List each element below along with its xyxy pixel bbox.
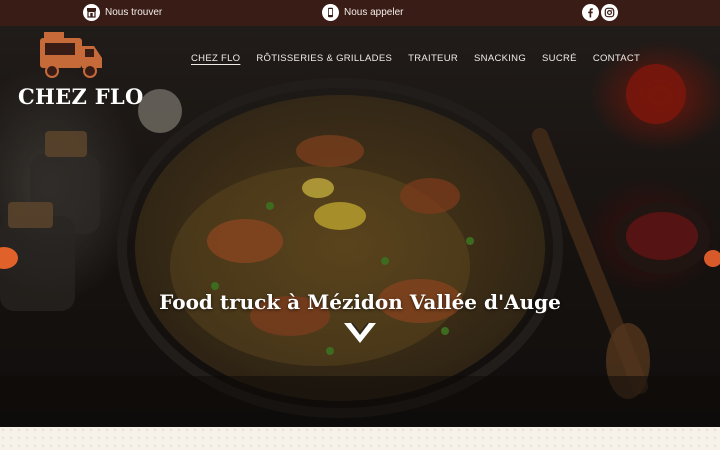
top-bar: Nous trouver Nous appeler [0,0,720,26]
hero-headline: Food truck à Mézidon Vallée d'Auge [159,290,561,314]
hero-banner: CHEZ FLO CHEZ FLO RÔTISSERIES & GRILLADE… [0,26,720,427]
social-links [582,4,618,21]
nav-item-sucre[interactable]: SUCRÉ [542,53,577,64]
brand-name: CHEZ FLO [18,84,144,109]
nav-item-rotisseries[interactable]: RÔTISSERIES & GRILLADES [256,53,392,64]
nav-item-chez-flo[interactable]: CHEZ FLO [191,53,240,64]
store-icon [83,4,100,21]
slider-next-button[interactable] [704,250,720,267]
facebook-icon[interactable] [582,4,599,21]
find-us-label: Nous trouver [105,7,163,18]
call-us-link[interactable]: Nous appeler [322,4,403,21]
phone-icon [322,4,339,21]
nav-item-snacking[interactable]: SNACKING [474,53,526,64]
next-section-background [0,427,720,450]
main-nav: CHEZ FLO RÔTISSERIES & GRILLADES TRAITEU… [191,53,640,64]
chevron-down-icon[interactable] [343,321,377,345]
brand-logo[interactable] [18,30,118,89]
nav-item-contact[interactable]: CONTACT [593,53,640,64]
call-us-label: Nous appeler [344,7,404,18]
find-us-link[interactable]: Nous trouver [83,4,162,21]
instagram-icon[interactable] [601,4,618,21]
nav-item-traiteur[interactable]: TRAITEUR [408,53,458,64]
food-truck-icon [40,32,102,78]
